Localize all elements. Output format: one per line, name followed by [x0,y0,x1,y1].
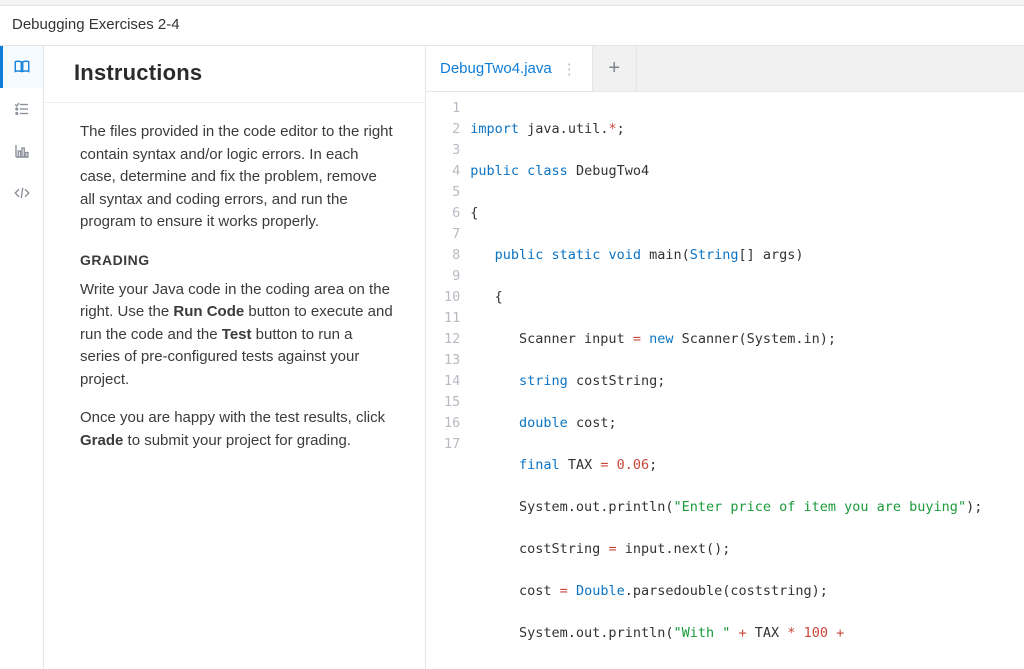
grading-heading: GRADING [80,250,395,271]
left-rail [0,46,44,669]
content-split: Instructions The files provided in the c… [44,46,1024,669]
run-code-bold: Run Code [173,303,244,320]
instructions-heading: Instructions [74,60,395,86]
instructions-para3: Once you are happy with the test results… [80,407,395,452]
code-lines[interactable]: import java.util.*; public class DebugTw… [470,98,1024,669]
main-area: Instructions The files provided in the c… [0,46,1024,669]
tab-label: DebugTwo4.java [440,60,552,77]
editor-tabs: DebugTwo4.java ⋮ + [426,46,1024,92]
editor-pane: DebugTwo4.java ⋮ + 123456789101112131415… [426,46,1024,669]
instructions-header: Instructions [44,46,425,103]
page-title: Debugging Exercises 2-4 [0,6,1024,46]
instructions-para1: The files provided in the code editor to… [80,121,395,234]
book-icon[interactable] [0,46,43,88]
test-bold: Test [222,326,252,343]
tab-more-icon[interactable]: ⋮ [562,60,578,78]
instructions-para2: Write your Java code in the coding area … [80,279,395,392]
text: to submit your project for grading. [123,432,351,449]
code-icon[interactable] [0,172,43,214]
tab-debugtwo4[interactable]: DebugTwo4.java ⋮ [426,46,593,91]
tab-add-button[interactable]: + [593,46,637,91]
instructions-body: The files provided in the code editor to… [44,103,425,488]
text: Once you are happy with the test results… [80,409,385,426]
instructions-pane: Instructions The files provided in the c… [44,46,426,669]
line-gutter: 1234567891011121314151617 [426,98,470,669]
chart-icon[interactable] [0,130,43,172]
code-editor[interactable]: 1234567891011121314151617 import java.ut… [426,92,1024,669]
grade-bold: Grade [80,432,123,449]
checklist-icon[interactable] [0,88,43,130]
